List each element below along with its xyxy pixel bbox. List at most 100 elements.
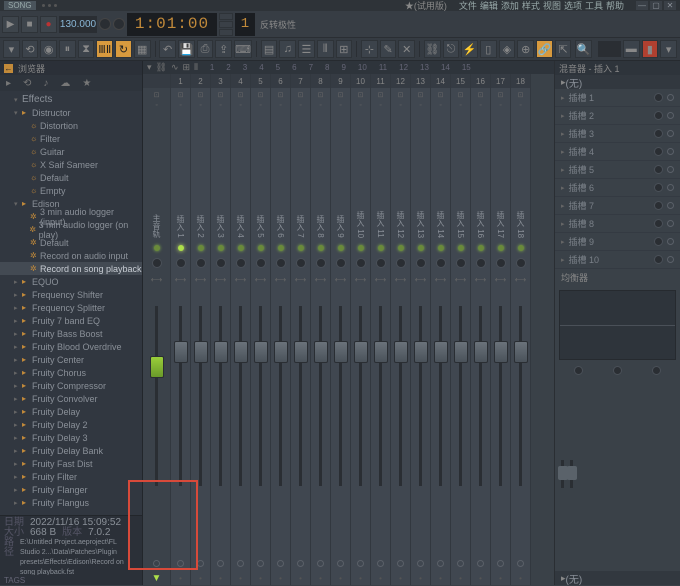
- tb-loop[interactable]: ↻: [115, 40, 132, 58]
- tb-save[interactable]: 💾: [178, 40, 195, 58]
- track-fx-icon[interactable]: ⊡: [417, 91, 425, 99]
- insert-track-4[interactable]: 4⊡◦插入 4⟷•: [231, 74, 251, 585]
- track-route-icon[interactable]: ◦: [477, 101, 485, 109]
- tb-plugin[interactable]: ⊕: [517, 40, 534, 58]
- mute-button[interactable]: [397, 560, 404, 567]
- insert-fader-l[interactable]: [561, 460, 564, 488]
- fader-slot[interactable]: [419, 306, 422, 486]
- mute-button[interactable]: [317, 560, 324, 567]
- browser-item[interactable]: ☼ Default: [0, 171, 142, 184]
- browser-item[interactable]: ✲ 3 min audio logger (on play): [0, 223, 142, 236]
- insert-track-14[interactable]: 14⊡◦插入 14⟷•: [431, 74, 451, 585]
- track-stereo-icon[interactable]: ⟷: [291, 272, 310, 286]
- track-stereo-icon[interactable]: ⟷: [411, 272, 430, 286]
- insert-track-17[interactable]: 17⊡◦插入 17⟷•: [491, 74, 511, 585]
- insert-track-3[interactable]: 3⊡◦插入 3⟷•: [211, 74, 231, 585]
- track-route-icon[interactable]: ◦: [377, 101, 385, 109]
- view-browser[interactable]: ⊞: [336, 40, 353, 58]
- fader-cap[interactable]: [354, 341, 368, 363]
- pan-knob[interactable]: [336, 258, 346, 268]
- insert-track-6[interactable]: 6⊡◦插入 6⟷•: [271, 74, 291, 585]
- track-route-icon[interactable]: ◦: [517, 101, 525, 109]
- insert-track-5[interactable]: 5⊡◦插入 5⟷•: [251, 74, 271, 585]
- fader-slot[interactable]: [219, 306, 222, 486]
- menu-add[interactable]: 添加: [501, 0, 519, 12]
- insert-output-select[interactable]: ▸ (无): [555, 571, 680, 585]
- slot-mix-knob[interactable]: [654, 111, 663, 120]
- mute-button[interactable]: [377, 560, 384, 567]
- tb-detach[interactable]: ⇱: [555, 40, 572, 58]
- close-button[interactable]: ✕: [664, 1, 676, 10]
- insert-track-2[interactable]: 2⊡◦插入 2⟷•: [191, 74, 211, 585]
- pan-knob[interactable]: [436, 258, 446, 268]
- track-name[interactable]: 插入 17: [491, 112, 510, 242]
- browser-item[interactable]: ☼ Empty: [0, 184, 142, 197]
- browser-item[interactable]: ☼ Distortion: [0, 119, 142, 132]
- browser-item[interactable]: ▸▸ Fruity 7 band EQ: [0, 314, 142, 327]
- track-stereo-icon[interactable]: ⟷: [371, 272, 390, 286]
- insert-slot-1[interactable]: ▸插槽 1: [555, 89, 680, 107]
- insert-slot-6[interactable]: ▸插槽 6: [555, 179, 680, 197]
- fader-cap[interactable]: [514, 341, 528, 363]
- track-arm-led[interactable]: [198, 245, 204, 251]
- track-fx-icon[interactable]: ⊡: [277, 91, 285, 99]
- pan-knob[interactable]: [376, 258, 386, 268]
- insert-track-7[interactable]: 7⊡◦插入 7⟷•: [291, 74, 311, 585]
- fader-cap[interactable]: [314, 341, 328, 363]
- track-stereo-icon[interactable]: ⟷: [191, 272, 210, 286]
- slot-mix-knob[interactable]: [654, 219, 663, 228]
- browser-item[interactable]: ▸▸ Fruity Bass Boost: [0, 327, 142, 340]
- insert-track-8[interactable]: 8⊡◦插入 8⟷•: [311, 74, 331, 585]
- tb-live[interactable]: ◈: [499, 40, 516, 58]
- eq-high-knob[interactable]: [652, 366, 661, 375]
- mute-button[interactable]: [337, 560, 344, 567]
- insert-track-13[interactable]: 13⊡◦插入 13⟷•: [411, 74, 431, 585]
- browser-tags[interactable]: TAGS: [0, 575, 142, 585]
- eq-mid-knob[interactable]: [613, 366, 622, 375]
- slot-enable-dot[interactable]: [667, 94, 674, 101]
- tb-peak[interactable]: ▮: [642, 40, 659, 58]
- track-name[interactable]: 插入 14: [431, 112, 450, 242]
- track-route-icon[interactable]: ◦: [337, 101, 345, 109]
- fader-slot[interactable]: [319, 306, 322, 486]
- tempo-display[interactable]: 130.000: [59, 16, 97, 33]
- tb-midi[interactable]: ▯: [480, 40, 497, 58]
- mute-button[interactable]: [497, 560, 504, 567]
- track-send[interactable]: •: [331, 571, 350, 585]
- bar-counter[interactable]: 1: [235, 13, 255, 36]
- track-route-icon[interactable]: ◦: [297, 101, 305, 109]
- track-name[interactable]: 插入 10: [351, 112, 370, 242]
- insert-slot-7[interactable]: ▸插槽 7: [555, 197, 680, 215]
- fader-cap[interactable]: [494, 341, 508, 363]
- view-playlist[interactable]: ▤: [261, 40, 278, 58]
- pan-knob[interactable]: [236, 258, 246, 268]
- fader-cap[interactable]: [454, 341, 468, 363]
- fader-slot[interactable]: [179, 306, 182, 486]
- browser-item[interactable]: ✲ Record on song playback: [0, 262, 142, 275]
- mute-button[interactable]: [417, 560, 424, 567]
- master-track[interactable]: ⊡◦主音轨⟷▼: [143, 74, 171, 585]
- track-name[interactable]: 插入 18: [511, 112, 530, 242]
- track-arm-led[interactable]: [518, 245, 524, 251]
- song-pat-toggle[interactable]: SONG: [4, 1, 36, 10]
- search-input[interactable]: [598, 41, 621, 57]
- track-name[interactable]: 插入 2: [191, 112, 210, 242]
- tb-step[interactable]: ▦: [134, 40, 151, 58]
- track-name[interactable]: 插入 15: [451, 112, 470, 242]
- slot-enable-dot[interactable]: [667, 220, 674, 227]
- insert-track-16[interactable]: 16⊡◦插入 16⟷•: [471, 74, 491, 585]
- track-send[interactable]: •: [491, 571, 510, 585]
- pan-knob[interactable]: [356, 258, 366, 268]
- pan-knob[interactable]: [296, 258, 306, 268]
- browser-refresh-icon[interactable]: ⟲: [23, 78, 31, 89]
- mute-button[interactable]: [437, 560, 444, 567]
- browser-item[interactable]: ▸▸ Fruity Delay 3: [0, 431, 142, 444]
- insert-slot-3[interactable]: ▸插槽 3: [555, 125, 680, 143]
- track-route-icon[interactable]: ◦: [437, 101, 445, 109]
- browser-item[interactable]: ✲ Record on audio input: [0, 249, 142, 262]
- fader-slot[interactable]: [199, 306, 202, 486]
- browser-cloud-icon[interactable]: ☁: [60, 78, 70, 89]
- mode-btn-3[interactable]: [219, 29, 233, 36]
- track-arm-led[interactable]: [438, 245, 444, 251]
- slot-mix-knob[interactable]: [654, 165, 663, 174]
